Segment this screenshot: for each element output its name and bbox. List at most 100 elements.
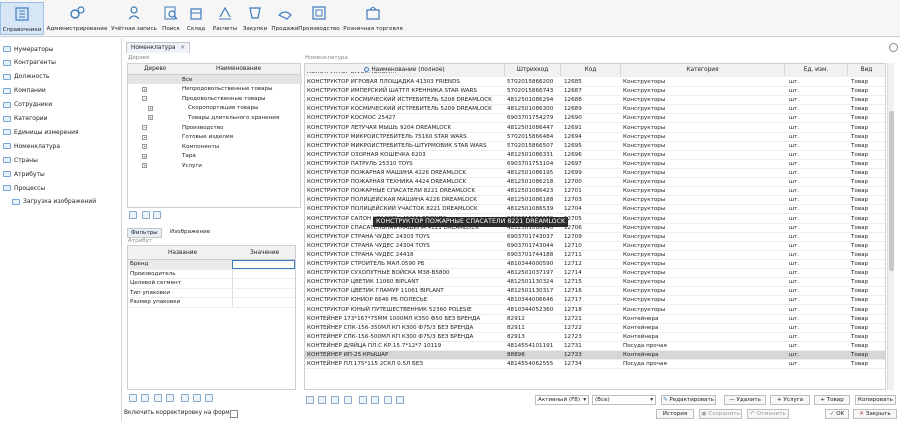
tree-node[interactable]: + Скоропортящие товары — [128, 104, 302, 113]
scope-select[interactable]: (Все) ▾ — [592, 395, 656, 405]
ok-button[interactable]: ✓ OK — [825, 409, 849, 419]
table-row[interactable]: КОНСТРУКТОР СТРАНА ЧУДЕС 24418 6903701744… — [305, 251, 885, 260]
delete-button[interactable]: — Удалить — [724, 395, 766, 405]
tab-filters[interactable]: Фильтры — [127, 228, 162, 238]
expand-icon[interactable]: + — [142, 163, 147, 169]
filter-icon[interactable] — [129, 211, 137, 219]
sidebar-item[interactable]: Процессы — [3, 182, 45, 194]
copy-button[interactable]: Копировать — [855, 395, 896, 405]
attr-value[interactable] — [232, 298, 295, 308]
copy-icon[interactable] — [142, 211, 150, 219]
table-row[interactable]: КОНТЕЙНЕР ПЛ.175*115 2СКЛ 0.5Л БЕЗ 481455… — [305, 360, 885, 370]
close-icon[interactable]: × — [180, 45, 185, 51]
restore-icon[interactable] — [889, 43, 898, 52]
list-view-icon[interactable] — [306, 396, 314, 404]
sidebar-item[interactable]: Сотрудники — [3, 99, 52, 111]
tree-col-name[interactable]: Наименование — [216, 66, 261, 72]
attr-col-name[interactable]: Название — [168, 250, 197, 256]
status-select[interactable]: Активный (F8) ▾ — [535, 395, 589, 405]
tree-node[interactable]: Все — [128, 75, 302, 84]
attr-value[interactable] — [232, 260, 295, 269]
attr-row[interactable]: Размер упаковки — [128, 298, 295, 308]
tree-node[interactable]: + Тара — [128, 152, 302, 161]
ribbon-button-account[interactable]: Учётная запись — [111, 2, 157, 35]
scrollbar-thumb[interactable] — [889, 111, 894, 271]
table-row[interactable]: КОНСТРУКТОР ЛЕТУЧАЯ МЫШЬ 9204 DREAMLOCK 4… — [305, 124, 885, 133]
expand-icon[interactable]: + — [148, 115, 153, 121]
add-icon[interactable] — [181, 394, 189, 402]
sidebar-item[interactable]: Категории — [3, 113, 48, 125]
ribbon-button-production[interactable]: Производство — [298, 2, 340, 35]
table-row[interactable]: КОНСТРУКТОР СУХОПУТНЫЕ ВОЙСКА М38-В5800 4… — [305, 269, 885, 279]
sidebar-item[interactable]: Номенклатура — [3, 140, 60, 152]
attr-row[interactable]: Тип упаковки — [128, 288, 295, 299]
ribbon-button-warehouse[interactable]: Склад — [184, 2, 208, 35]
sidebar-item[interactable]: Единицы измерения — [3, 126, 79, 138]
tree-node[interactable]: − Производство — [128, 123, 302, 132]
tab-image[interactable]: Изображение — [167, 228, 213, 236]
table-row-partial[interactable]: КОНСТРУКТОР DIVO... IGROM... — [305, 72, 885, 77]
edit-icon[interactable] — [193, 394, 201, 402]
tab-nomenclature[interactable]: Номенклатура × — [126, 42, 191, 53]
table-icon[interactable] — [141, 394, 149, 402]
list-view-icon[interactable] — [129, 394, 137, 402]
sidebar-item[interactable]: Загрузка изображений — [12, 196, 96, 208]
table-row[interactable]: КОНСТРУКТОР СТРАНА ЧУДЕС 24304 TOYS 69037… — [305, 242, 885, 251]
ribbon-button-search[interactable]: Поиск — [160, 2, 182, 35]
table-row[interactable]: КОНСТРУКТОР ЦВЕТИК 11060 BIPLANT 48125011… — [305, 278, 885, 288]
ribbon-button-directory[interactable]: Справочники — [0, 2, 44, 35]
tree-node[interactable]: + Товары длительного хранения — [128, 113, 302, 122]
save-button[interactable]: ▣ Сохранить — [699, 409, 742, 419]
expand-icon[interactable]: • — [142, 144, 147, 150]
ribbon-button-purchase[interactable]: Закупки — [242, 2, 268, 35]
sidebar-item[interactable]: Нумераторы — [3, 43, 53, 55]
table-row[interactable]: КОНСТРУКТОР ПОЛИЦЕЙСКИЙ УЧАСТОК 8221 DRE… — [305, 205, 885, 215]
add-service-button[interactable]: + Услуга — [770, 395, 810, 405]
expand-icon[interactable]: − — [142, 96, 147, 102]
table-row[interactable]: КОНТЕЙНЕР СПК-156-350МЛ КП КЗ00 Ф75/3 БЕ… — [305, 324, 885, 333]
attr-row[interactable]: Бренд — [128, 260, 295, 270]
ribbon-button-calculator[interactable]: Расчеты — [210, 2, 240, 35]
close-button[interactable]: ✕ Закрыть — [853, 409, 897, 419]
delete-icon[interactable] — [384, 396, 392, 404]
table-row[interactable]: КОНСТРУКТОР ПОЖАРНЫЕ СПАСАТЕЛИ 8221 DREA… — [305, 187, 885, 197]
table-row[interactable]: КОНСТРУКТОР МИКРОИСТРЕБИТЕЛЬ-ШТУРМОВИК S… — [305, 142, 885, 151]
table-row[interactable]: КОНСТРУКТОР МИКРОИСТРЕБИТЕЛЬ 75160 STAR … — [305, 133, 885, 142]
delete-icon[interactable] — [205, 394, 213, 402]
sidebar-item[interactable]: Страны — [3, 154, 38, 166]
history-button[interactable]: История — [656, 409, 694, 419]
correction-checkbox[interactable] — [230, 410, 238, 418]
tree-node[interactable]: − Продовольственные товары — [128, 94, 302, 103]
table-row[interactable]: КОНСТРУКТОР ОЗОРНАЯ КОШЕЧКА 6203 48125010… — [305, 151, 885, 160]
table-row[interactable]: КОНСТРУКТОР КОСМИЧЕСКИЙ ИСТРЕБИТЕЛЬ 5208… — [305, 96, 885, 106]
tree-node[interactable]: • Готовые изделия — [128, 133, 302, 142]
refresh-icon[interactable] — [396, 396, 404, 404]
attr-row[interactable]: Целевой сегмент — [128, 279, 295, 289]
add-icon[interactable] — [359, 396, 367, 404]
table-row[interactable]: КОНТЕЙНЕР 173*167*75ММ 1000МЛ КЗ50 Ф50 Б… — [305, 315, 885, 324]
expand-icon[interactable]: + — [148, 105, 153, 111]
table-icon[interactable] — [153, 211, 161, 219]
table-row[interactable]: КОНСТРУКТОР ПОЛИЦЕЙСКАЯ МАШИНА 4226 DREA… — [305, 196, 885, 206]
tree-node[interactable]: + Услуги — [128, 161, 302, 170]
cancel-button[interactable]: ↶ Отменить — [747, 409, 789, 419]
table-row[interactable]: КОНСТРУКТОР ПОЖАРНАЯ ТЕХНИКА 4424 DREAML… — [305, 178, 885, 188]
table-icon[interactable] — [318, 396, 326, 404]
table-row[interactable]: КОНТЕЙНЕР СПК-156-500МЛ КП КЗ00 Ф75/3 БЕ… — [305, 333, 885, 342]
table-row[interactable]: КОНСТРУКТОР ЮНИОР 6646 РБ ПОЛЕСЬЕ 4810344… — [305, 296, 885, 306]
table-row[interactable]: КОНСТРУКТОР КОСМОС 25427 6903701754279 126… — [305, 114, 885, 124]
table-row[interactable]: КОНТЕЙНЕР Д/ЯЙЦА ПЛ.С КР.15.7*12*7 10119… — [305, 342, 885, 351]
attr-col-value[interactable]: Значение — [250, 250, 279, 256]
tree-node[interactable]: • Компоненты — [128, 142, 302, 151]
sidebar-item[interactable]: Компании — [3, 85, 46, 97]
ribbon-button-sales[interactable]: Продажи — [270, 2, 300, 35]
ribbon-button-admin-gears[interactable]: Администрирование — [46, 2, 108, 35]
table-row[interactable]: КОНСТРУКТОР ЮНЫЙ ПУТЕШЕСТВЕННИК 52360 PO… — [305, 306, 885, 315]
table-row[interactable]: КОНСТРУКТОР ИГРОВАЯ ПЛОЩАДКА 41303 FRIEN… — [305, 78, 885, 88]
vertical-scrollbar[interactable] — [887, 63, 894, 390]
table-row[interactable]: КОНСТРУКТОР ПОЖАРНАЯ МАШИНА 4226 DREAMLO… — [305, 169, 885, 179]
expand-icon[interactable]: + — [142, 153, 147, 159]
attr-value[interactable] — [232, 288, 295, 298]
table-row[interactable]: КОНСТРУКТОР ИМПЕРСКИЙ ШАТТЛ КРЕННИКА STA… — [305, 87, 885, 97]
sidebar-item[interactable]: Атрибуты — [3, 168, 45, 180]
